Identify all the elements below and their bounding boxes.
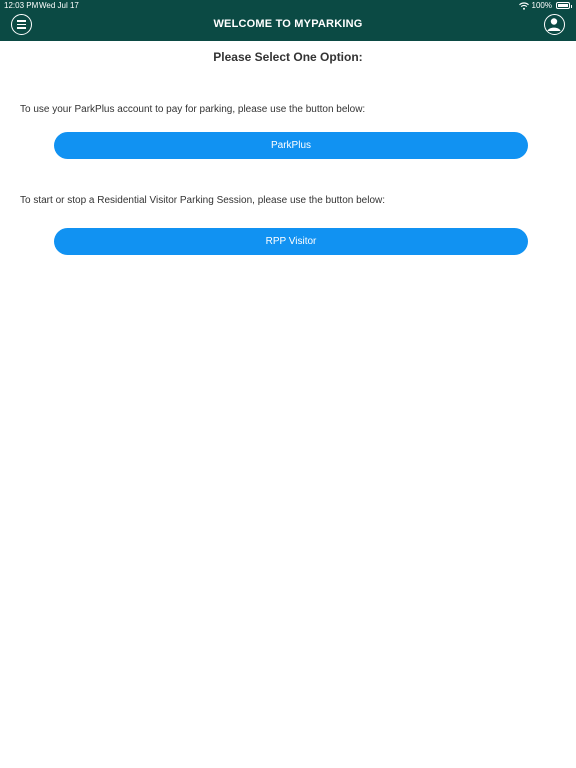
status-indicators: 100% xyxy=(518,1,572,10)
page-title: WELCOME TO MYPARKING xyxy=(213,18,363,30)
parkplus-instruction: To use your ParkPlus account to pay for … xyxy=(20,104,366,115)
battery-icon xyxy=(556,2,572,9)
rpp-instruction: To start or stop a Residential Visitor P… xyxy=(20,195,386,206)
status-date: Wed Jul 17 xyxy=(39,1,79,10)
app-header: 12:03 PM Wed Jul 17 100% WELCOME TO MYPA… xyxy=(0,0,576,41)
options-heading: Please Select One Option: xyxy=(213,50,363,64)
user-profile-icon[interactable] xyxy=(544,14,565,35)
status-bar: 12:03 PM Wed Jul 17 100% xyxy=(0,0,576,12)
wifi-icon xyxy=(518,1,529,10)
parkplus-button[interactable]: ParkPlus xyxy=(54,132,528,159)
rpp-visitor-button[interactable]: RPP Visitor xyxy=(54,228,528,255)
status-time: 12:03 PM xyxy=(4,1,39,10)
battery-percent: 100% xyxy=(531,1,552,10)
